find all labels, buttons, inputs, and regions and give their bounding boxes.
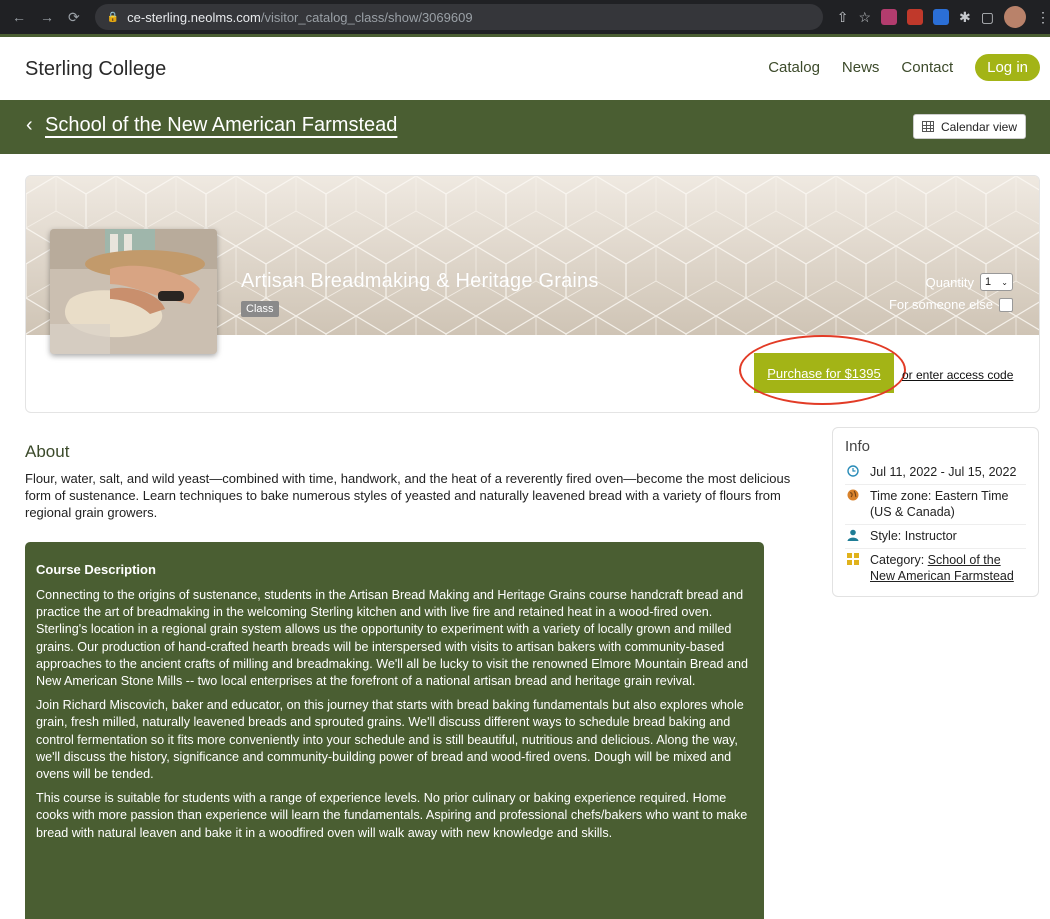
globe-icon [845,488,861,501]
back-chevron-icon[interactable]: ‹ [26,114,33,137]
extension-icon[interactable] [933,9,950,25]
clock-icon [845,464,861,477]
quantity-value: 1 [985,276,992,288]
forward-arrow-icon[interactable]: → [40,9,54,26]
info-timezone: Time zone: Eastern Time (US & Canada) [870,489,1009,519]
sidepanel-icon[interactable]: ▢ [981,9,994,26]
category-icon [845,552,861,565]
extensions-bar: ⇧ ☆ ✱ ▢ ⋮ [837,6,1050,28]
access-code-link[interactable]: or enter access code [902,368,1013,382]
course-description-heading: Course Description [36,562,156,577]
info-style-row: Style: Instructor [845,525,1026,549]
quantity-select[interactable]: 1 ⌄ [980,273,1013,291]
about-heading: About [25,442,70,461]
class-badge: Class [241,301,279,317]
highlight-annotation-ellipse [739,335,906,405]
extension-icon[interactable] [881,9,898,25]
top-nav: Catalog News Contact Log in [768,54,1040,81]
info-timezone-row: Time zone: Eastern Time (US & Canada) [845,485,1026,525]
catalog-title-link[interactable]: School of the New American Farmstead [45,114,397,137]
info-dates: Jul 11, 2022 - Jul 15, 2022 [870,465,1017,479]
course-photo [50,229,217,354]
description-paragraph: Join Richard Miscovich, baker and educat… [36,698,744,782]
chevron-down-icon: ⌄ [1001,277,1008,287]
nav-news[interactable]: News [842,59,880,76]
someone-else-control: For someone else [889,297,1013,312]
course-hero-card: Artisan Breadmaking & Heritage Grains Cl… [25,175,1040,413]
course-title: Artisan Breadmaking & Heritage Grains [241,270,599,292]
catalog-band: ‹ School of the New American Farmstead C… [0,100,1050,154]
someone-else-label: For someone else [888,297,993,312]
extension-icon[interactable] [907,9,924,25]
info-style: Style: Instructor [870,529,957,543]
star-icon[interactable]: ☆ [858,9,871,26]
info-card: Info Jul 11, 2022 - Jul 15, 2022 Time zo… [832,427,1039,597]
someone-else-checkbox[interactable] [999,297,1013,312]
description-paragraph: This course is suitable for students wit… [36,791,748,840]
course-description-panel: Course Description Connecting to the ori… [25,542,764,919]
quantity-label: Quantity [925,274,974,290]
share-icon[interactable]: ⇧ [837,9,849,26]
calendar-view-label: Calendar view [940,119,1017,134]
browser-toolbar: ← → ⟳ 🔒 ce-sterling.neolms.com/visitor_c… [0,0,1050,34]
address-bar[interactable]: 🔒 ce-sterling.neolms.com/visitor_catalog… [94,4,823,30]
calendar-icon [921,121,934,132]
person-icon [845,528,861,541]
back-arrow-icon[interactable]: ← [12,9,26,26]
lock-icon: 🔒 [106,11,120,23]
info-dates-row: Jul 11, 2022 - Jul 15, 2022 [845,461,1026,485]
nav-contact[interactable]: Contact [901,59,953,76]
reload-icon[interactable]: ⟳ [68,9,80,26]
info-category-row: Category: School of the New American Far… [845,549,1026,588]
info-heading: Info [845,438,871,455]
category-prefix: Category: [870,553,928,567]
calendar-view-button[interactable]: Calendar view [912,114,1026,139]
browser-nav: ← → ⟳ [0,9,89,26]
info-category: Category: School of the New American Far… [870,552,1026,584]
puzzle-icon[interactable]: ✱ [959,9,971,26]
description-paragraph: Connecting to the origins of sustenance,… [36,588,749,689]
about-text: Flour, water, salt, and wild yeast—combi… [25,471,791,520]
bread-kneading-image [50,229,217,354]
site-brand[interactable]: Sterling College [25,58,166,81]
url-host: ce-sterling.neolms.com [127,9,261,25]
nav-catalog[interactable]: Catalog [768,59,820,76]
url-path: /visitor_catalog_class/show/3069609 [260,9,473,25]
site-header: Sterling College Catalog News Contact Lo… [0,34,1050,100]
profile-avatar[interactable] [1004,6,1026,28]
kebab-menu-icon[interactable]: ⋮ [1036,9,1050,26]
quantity-control: Quantity 1 ⌄ [926,273,1013,291]
login-button[interactable]: Log in [975,54,1040,81]
